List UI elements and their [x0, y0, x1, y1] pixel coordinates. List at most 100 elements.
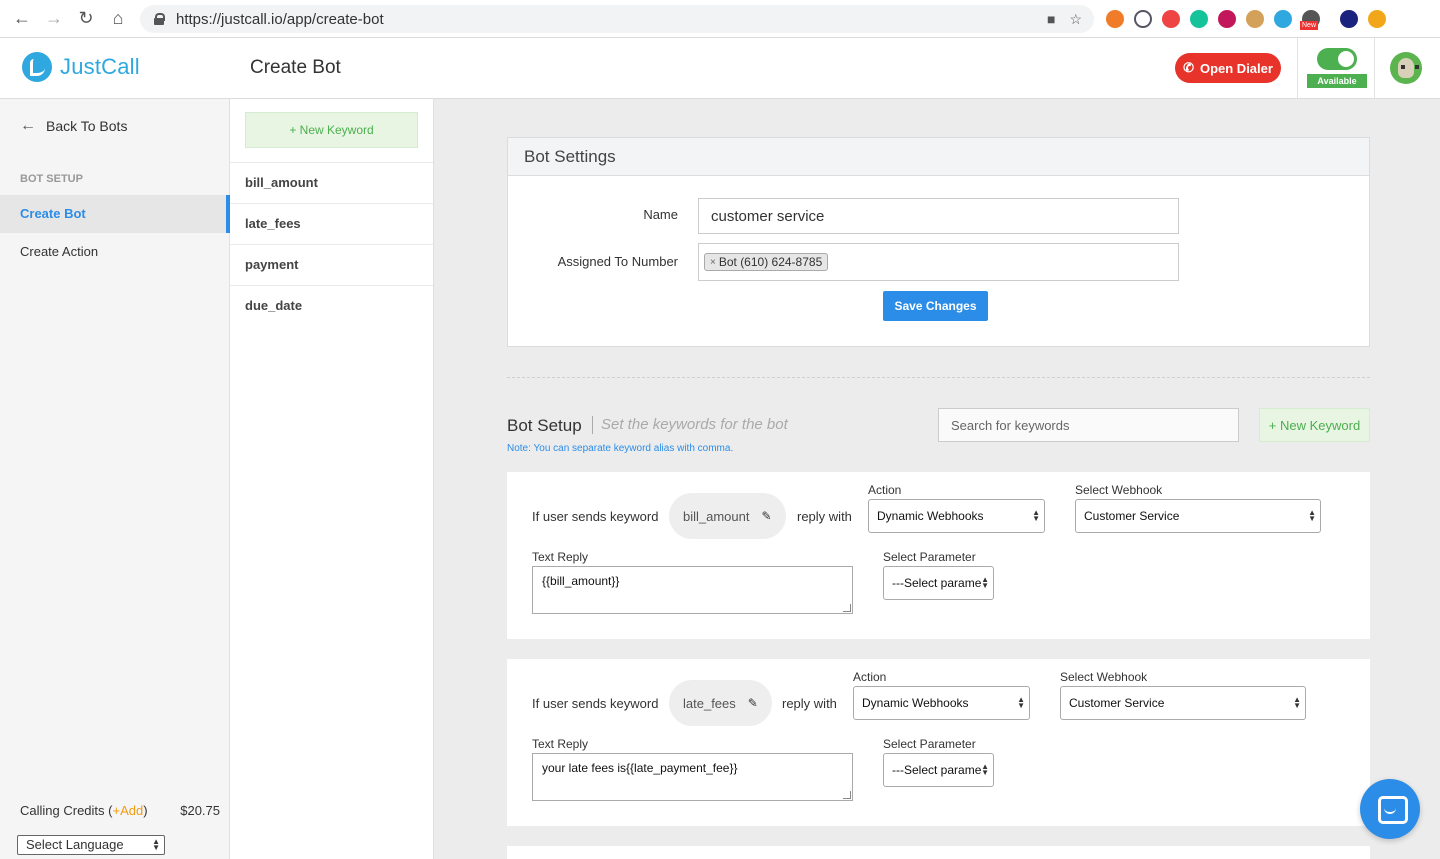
alert-icon[interactable]	[1368, 10, 1386, 28]
name-label: Name	[643, 207, 678, 222]
number-tag-label: Bot (610) 624-8785	[718, 255, 823, 269]
text-reply-value: your late fees is{{late_payment_fee}}	[542, 761, 738, 775]
block-icon[interactable]	[1134, 10, 1152, 28]
resize-grip-icon[interactable]	[843, 604, 851, 612]
action-label: Action	[868, 483, 902, 497]
bot-setup-title: Bot Setup	[507, 416, 582, 435]
avatar[interactable]	[1390, 52, 1422, 84]
new-keyword-button[interactable]: + New Keyword	[245, 112, 418, 148]
back-to-bots-label: Back To Bots	[46, 118, 128, 134]
resize-grip-icon[interactable]	[843, 791, 851, 799]
back-to-bots-link[interactable]: ← Back To Bots	[20, 117, 127, 135]
browser-toolbar: ← → ↻ ⌂ https://justcall.io/app/create-b…	[0, 0, 1440, 38]
page-title: Create Bot	[250, 57, 341, 78]
sidebar-item-create-bot[interactable]: Create Bot	[0, 195, 230, 233]
back-arrow-icon[interactable]: ←	[6, 3, 38, 35]
number-tag: × Bot (610) 624-8785	[704, 253, 829, 271]
cookie-icon[interactable]	[1246, 10, 1264, 28]
keyword-card	[507, 846, 1370, 859]
parameter-select-value: ---Select parame	[892, 576, 982, 590]
reload-icon[interactable]: ↻	[70, 3, 102, 35]
credits-label-group: Calling Credits (+Add)	[20, 803, 148, 818]
extension-icon[interactable]	[1218, 10, 1236, 28]
address-bar[interactable]: https://justcall.io/app/create-bot ■ ☆	[140, 5, 1094, 33]
edit-pencil-icon[interactable]: ✎	[762, 509, 772, 523]
bot-settings-title: Bot Settings	[508, 138, 1369, 176]
action-label: Action	[853, 670, 887, 684]
app-header: JustCall Create Bot ✆ Open Dialer Availa…	[0, 38, 1440, 99]
keyword-pill-label: late_fees	[683, 695, 736, 711]
open-dialer-label: Open Dialer	[1199, 60, 1273, 76]
credits-value: $20.75	[180, 803, 220, 818]
bot-setup-note: Note: You can separate keyword alias wit…	[507, 443, 734, 454]
select-caret-icon: ▲ ▼	[152, 837, 160, 852]
webhook-select[interactable]: Customer Service ▲ ▼	[1075, 499, 1321, 533]
profile-icon[interactable]	[1340, 10, 1358, 28]
keyword-pill[interactable]: bill_amount ✎	[669, 493, 786, 539]
home-icon[interactable]: ⌂	[102, 3, 134, 35]
main-content: Bot Settings Name customer service Assig…	[434, 99, 1440, 859]
assigned-number-input[interactable]: × Bot (610) 624-8785	[698, 243, 1179, 281]
keyword-list-item[interactable]: due_date	[230, 285, 433, 326]
sidebar-item-create-action[interactable]: Create Action	[0, 233, 230, 271]
star-icon[interactable]: ☆	[1069, 11, 1082, 28]
credits-label: Calling Credits (	[20, 803, 113, 818]
select-parameter-label: Select Parameter	[883, 550, 976, 564]
if-user-sends-label: If user sends keyword	[532, 696, 659, 711]
extensions-area: New	[1106, 8, 1386, 30]
justcall-logo[interactable]: JustCall	[22, 52, 140, 82]
save-changes-button[interactable]: Save Changes	[883, 291, 988, 321]
open-dialer-button[interactable]: ✆ Open Dialer	[1175, 53, 1281, 83]
logo-text: JustCall	[60, 54, 140, 79]
language-select-value: Select Language	[26, 837, 124, 852]
sidebar: ← Back To Bots BOT SETUP Create Bot Crea…	[0, 99, 230, 859]
keyword-pill[interactable]: late_fees ✎	[669, 680, 772, 726]
select-caret-icon: ▲ ▼	[981, 575, 989, 590]
if-user-sends-label: If user sends keyword	[532, 509, 659, 524]
status-badge: Available	[1307, 74, 1367, 88]
remove-tag-icon[interactable]: ×	[710, 257, 716, 268]
new-badge: New	[1300, 21, 1319, 30]
text-reply-textarea[interactable]: {{bill_amount}}	[532, 566, 853, 614]
phone-logo-icon	[22, 52, 52, 82]
camera-icon[interactable]: ■	[1047, 11, 1055, 27]
availability-toggle-area: Available	[1297, 38, 1375, 98]
search-keywords-input[interactable]: Search for keywords	[938, 408, 1239, 442]
parameter-select[interactable]: ---Select parame ▲ ▼	[883, 753, 994, 787]
parameter-select[interactable]: ---Select parame ▲ ▼	[883, 566, 994, 600]
phone-icon: ✆	[1183, 60, 1194, 75]
lock-icon	[154, 13, 165, 25]
extension-icon[interactable]	[1106, 10, 1124, 28]
language-select[interactable]: Select Language ▲ ▼	[17, 835, 165, 855]
text-reply-textarea[interactable]: your late fees is{{late_payment_fee}}	[532, 753, 853, 801]
forward-arrow-icon[interactable]: →	[38, 3, 70, 35]
keyword-card: If user sends keyword bill_amount ✎ repl…	[507, 472, 1370, 639]
edit-pencil-icon[interactable]: ✎	[748, 696, 758, 710]
availability-toggle[interactable]	[1317, 48, 1357, 70]
keyword-list-item[interactable]: bill_amount	[230, 162, 433, 203]
action-select[interactable]: Dynamic Webhooks ▲ ▼	[853, 686, 1030, 720]
credits-close: )	[143, 803, 148, 818]
action-select-value: Dynamic Webhooks	[877, 509, 984, 523]
chat-support-icon[interactable]	[1360, 779, 1420, 839]
select-caret-icon: ▲ ▼	[1293, 695, 1301, 710]
webhook-select[interactable]: Customer Service ▲ ▼	[1060, 686, 1306, 720]
assigned-number-label: Assigned To Number	[557, 254, 678, 269]
extension-icon[interactable]	[1162, 10, 1180, 28]
select-caret-icon: ▲ ▼	[1308, 508, 1316, 523]
extension-icon[interactable]: New	[1300, 10, 1320, 30]
bot-settings-panel: Bot Settings Name customer service Assig…	[507, 137, 1370, 347]
justcall-ext-icon[interactable]	[1274, 10, 1292, 28]
action-select[interactable]: Dynamic Webhooks ▲ ▼	[868, 499, 1045, 533]
grammarly-icon[interactable]	[1190, 10, 1208, 28]
text-reply-label: Text Reply	[532, 737, 589, 751]
webhook-select-value: Customer Service	[1084, 509, 1180, 523]
webhook-label: Select Webhook	[1060, 670, 1148, 684]
new-keyword-button[interactable]: + New Keyword	[1259, 408, 1370, 442]
reply-with-label: reply with	[797, 509, 852, 524]
add-credits-link[interactable]: +Add	[112, 803, 143, 818]
bot-name-input[interactable]: customer service	[698, 198, 1179, 234]
text-reply-label: Text Reply	[532, 550, 589, 564]
keyword-list-item[interactable]: late_fees	[230, 203, 433, 244]
keyword-list-item[interactable]: payment	[230, 244, 433, 285]
